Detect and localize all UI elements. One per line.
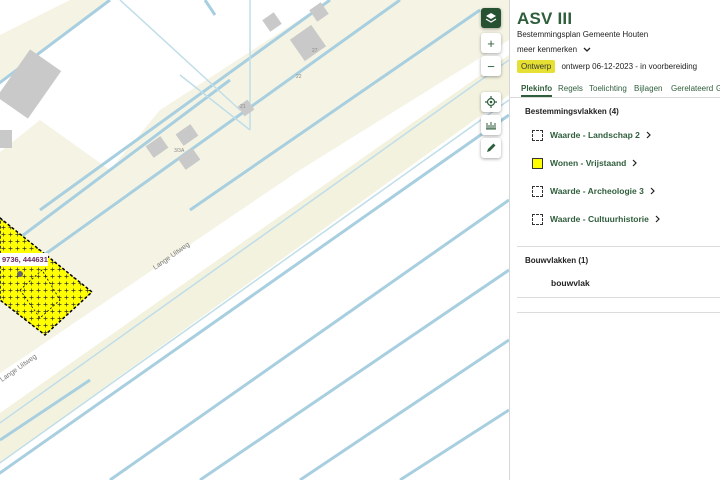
tab-bijlagen[interactable]: Bijlagen bbox=[634, 84, 662, 93]
chevron-down-icon bbox=[583, 47, 591, 52]
chevron-right-icon bbox=[632, 159, 638, 167]
zoom-out-button[interactable]: − bbox=[481, 56, 501, 76]
legend-swatch bbox=[532, 185, 543, 197]
measure-button[interactable] bbox=[481, 115, 501, 135]
list-item[interactable]: Waarde - Archeologie 3 bbox=[532, 184, 656, 198]
divider bbox=[517, 246, 720, 247]
plan-title: ASV III bbox=[517, 9, 573, 28]
house-number: 22 bbox=[296, 74, 302, 80]
list-item-label[interactable]: bouwvlak bbox=[551, 278, 590, 288]
more-properties-label: meer kenmerken bbox=[517, 45, 578, 54]
list-item-label: Wonen - Vrijstaand bbox=[550, 158, 627, 168]
status-badge: Ontwerp bbox=[517, 60, 556, 73]
tab-toelichting[interactable]: Toelichting bbox=[589, 84, 627, 93]
status-text: ontwerp 06-12-2023 - in voorbereiding bbox=[561, 62, 698, 71]
coordinate-label: 9736, 444631 bbox=[2, 255, 48, 264]
pencil-icon bbox=[487, 143, 496, 152]
tab-regels[interactable]: Regels bbox=[558, 84, 583, 93]
layers-button[interactable] bbox=[481, 8, 501, 28]
layers-icon bbox=[485, 13, 497, 23]
chevron-right-icon bbox=[650, 187, 655, 195]
status-row: Ontwerp ontwerp 06-12-2023 - in voorbere… bbox=[517, 60, 697, 73]
list-item[interactable]: Waarde - Landschap 2 bbox=[532, 128, 652, 142]
locate-icon bbox=[485, 96, 497, 108]
divider bbox=[517, 312, 720, 313]
location-marker bbox=[17, 271, 23, 277]
tab-plekinfo[interactable]: Plekinfo bbox=[521, 84, 553, 97]
list-item[interactable]: Wonen - Vrijstaand bbox=[532, 156, 638, 170]
legend-swatch bbox=[532, 213, 543, 225]
legend-swatch bbox=[532, 157, 543, 169]
section-heading-bouwvlakken: Bouwvlakken (1) bbox=[525, 256, 589, 265]
house-number: 3/3A bbox=[174, 148, 185, 154]
divider bbox=[517, 297, 720, 298]
map-drawing: 27 22 21 3/3A Lange Uitweg Lange Uitweg bbox=[0, 0, 509, 480]
plan-subtitle: Bestemmingsplan Gemeente Houten bbox=[517, 30, 649, 39]
locate-button[interactable] bbox=[481, 92, 501, 112]
tab-more[interactable]: G bbox=[716, 84, 720, 93]
draw-button[interactable] bbox=[481, 138, 501, 158]
chevron-right-icon bbox=[655, 215, 660, 223]
chevron-right-icon bbox=[646, 131, 651, 139]
list-item-label: Waarde - Landschap 2 bbox=[550, 130, 640, 140]
legend-swatch bbox=[532, 129, 543, 141]
section-heading-bestemmingsvlakken: Bestemmingsvlakken (4) bbox=[525, 107, 619, 116]
list-item[interactable]: Waarde - Cultuurhistorie bbox=[532, 212, 661, 226]
tab-bar: Plekinfo Regels Toelichting Bijlagen Ger… bbox=[510, 84, 720, 98]
house-number: 27 bbox=[312, 48, 318, 54]
tab-gerelateerd[interactable]: Gerelateerd bbox=[671, 84, 713, 93]
zoom-in-button[interactable]: + bbox=[481, 33, 501, 53]
list-item-label: Waarde - Archeologie 3 bbox=[550, 186, 644, 196]
ruler-icon bbox=[486, 122, 496, 130]
info-panel: ASV III Bestemmingsplan Gemeente Houten … bbox=[509, 0, 720, 480]
house-number: 21 bbox=[240, 104, 246, 110]
map-canvas[interactable]: 27 22 21 3/3A Lange Uitweg Lange Uitweg … bbox=[0, 0, 509, 480]
more-properties-toggle[interactable]: meer kenmerken bbox=[517, 45, 591, 54]
list-item-label: Waarde - Cultuurhistorie bbox=[550, 214, 649, 224]
